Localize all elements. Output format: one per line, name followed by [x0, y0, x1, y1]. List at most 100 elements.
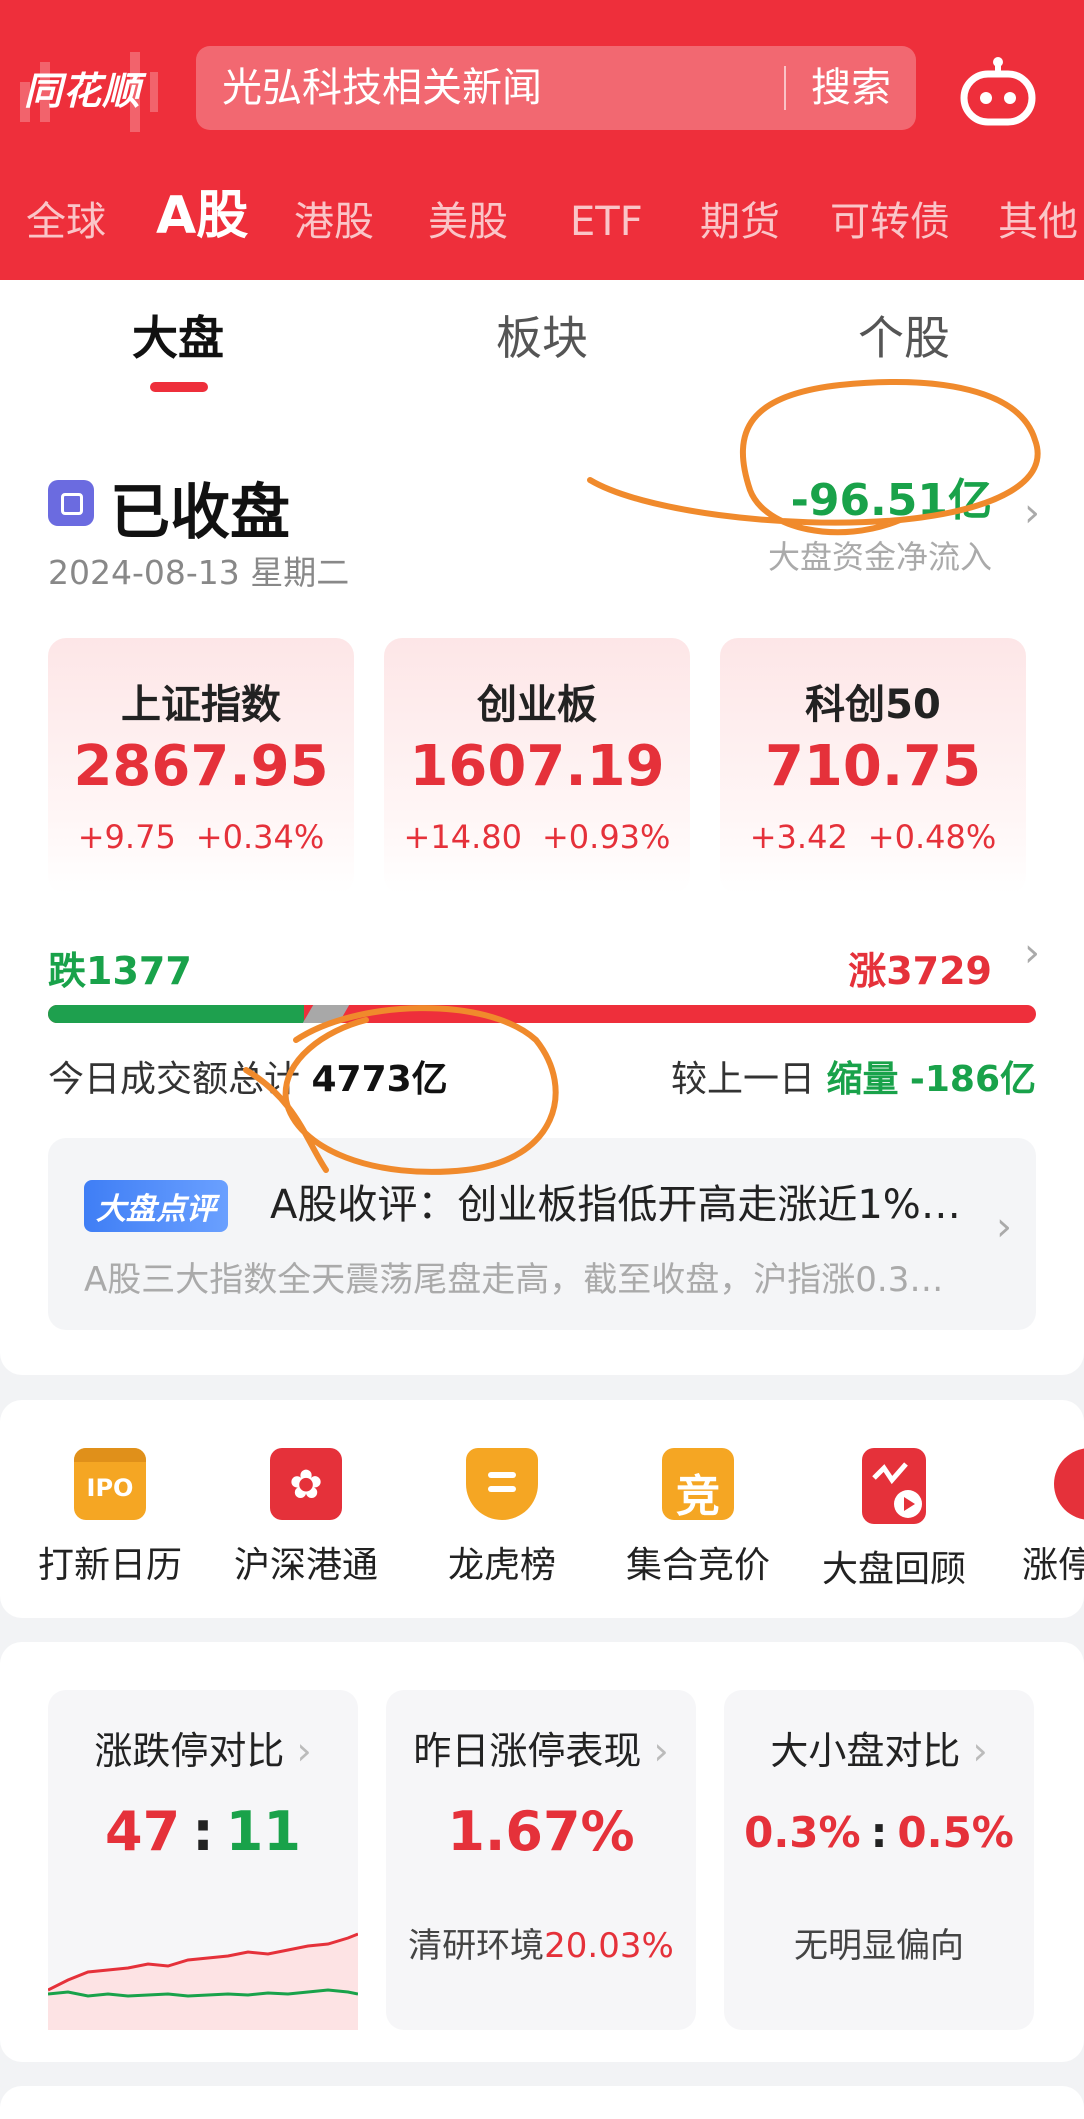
- stat-title-text: 昨日涨停表现: [413, 1729, 642, 1773]
- limit-up-count: 47: [105, 1800, 181, 1863]
- breadth-bar-fall: [48, 1005, 304, 1023]
- index-name: 科创50: [805, 682, 941, 728]
- limit-trend-mini-chart: [48, 1932, 358, 2030]
- compare-label: 较上一日: [670, 1059, 815, 1100]
- index-card-sse[interactable]: 上证指数 2867.95 +9.75 +0.34%: [48, 638, 354, 894]
- stat-yesterday-limit-up[interactable]: 昨日涨停表现 › 1.67% 清研环境20.03%: [386, 1690, 696, 2030]
- app-logo[interactable]: 同花顺: [24, 60, 141, 115]
- tool-label: 龙虎榜: [447, 1545, 556, 1586]
- net-flow-value[interactable]: -96.51亿: [791, 464, 992, 528]
- fall-count[interactable]: 跌1377: [48, 940, 192, 995]
- tab-futures[interactable]: 期货: [700, 192, 780, 252]
- stats-card: 涨跌停对比 › 47:11 昨日涨停表现 › 1.67% 清研环境20.03% …: [0, 1642, 1084, 2062]
- chevron-right-icon: ›: [996, 1204, 1012, 1250]
- assistant-robot-icon[interactable]: [958, 56, 1038, 126]
- auction-icon: 竞: [662, 1448, 734, 1522]
- stat-title-text: 涨跌停对比: [94, 1729, 285, 1773]
- tab-etf[interactable]: ETF: [570, 192, 643, 252]
- market-commentary-card[interactable]: 大盘点评 A股收评：创业板指低开高走涨近1%，光弘科技涨停 A股三大指数全天震荡…: [48, 1138, 1036, 1330]
- stat-value: 1.67%: [447, 1800, 635, 1863]
- subtab-indicator: [150, 382, 208, 392]
- trade-date: 2024-08-13 星期二: [48, 553, 350, 592]
- index-change-abs: +14.80: [403, 818, 522, 856]
- large-cap-value: 0.3%: [744, 1808, 861, 1857]
- market-status-icon: [48, 480, 94, 526]
- tab-global[interactable]: 全球: [26, 192, 106, 252]
- tab-others[interactable]: 其他: [998, 192, 1078, 252]
- tools-card: IPO 打新日历 ✿ 沪深港通 龙虎榜 竞 集合竞价 大盘回顾 涨停: [0, 1400, 1084, 1618]
- tool-call-auction[interactable]: 竞 集合竞价: [600, 1448, 796, 1588]
- sub-tabs: 大盘 板块 个股: [0, 280, 1084, 400]
- market-review-icon: [862, 1448, 926, 1524]
- stat-sub-label: 无明显偏向: [794, 1926, 964, 1966]
- top-header: 同花顺 搜索 全球 A股 港股 美股 ETF 期货 可转债 其他: [0, 0, 1084, 280]
- tool-dragon-tiger[interactable]: 龙虎榜: [404, 1448, 600, 1588]
- chevron-right-icon[interactable]: ›: [1024, 490, 1040, 536]
- index-change-pct: +0.48%: [867, 818, 997, 856]
- stat-sub-value: 20.03%: [544, 1926, 674, 1966]
- index-card-chinext[interactable]: 创业板 1607.19 +14.80 +0.93%: [384, 638, 690, 894]
- chevron-right-icon: ›: [296, 1729, 312, 1773]
- tool-hk-connect[interactable]: ✿ 沪深港通: [208, 1448, 404, 1588]
- turnover: 今日成交额总计 4773亿: [48, 1050, 448, 1102]
- stat-size-compare[interactable]: 大小盘对比 › 0.3%:0.5% 无明显偏向: [724, 1690, 1034, 2030]
- index-name: 创业板: [477, 682, 597, 728]
- stat-sub: 清研环境20.03%: [386, 1918, 696, 1967]
- stat-sep: :: [870, 1808, 888, 1857]
- market-tabs: 全球 A股 港股 美股 ETF 期货 可转债 其他: [0, 186, 1084, 258]
- tab-us-shares[interactable]: 美股: [428, 192, 508, 252]
- subtab-market[interactable]: 大盘: [132, 302, 224, 368]
- search-input[interactable]: [196, 46, 784, 130]
- tool-label: 集合竞价: [625, 1545, 770, 1586]
- stat-limit-compare[interactable]: 涨跌停对比 › 47:11: [48, 1690, 358, 2030]
- stat-sep: :: [192, 1800, 214, 1863]
- tool-limit-up[interactable]: 涨停: [992, 1448, 1084, 1588]
- chevron-right-icon: ›: [653, 1729, 669, 1773]
- tool-label: 沪深港通: [233, 1545, 378, 1586]
- limit-up-icon: [1054, 1448, 1084, 1520]
- tool-market-review[interactable]: 大盘回顾: [796, 1448, 992, 1592]
- index-card-star50[interactable]: 科创50 710.75 +3.42 +0.48%: [720, 638, 1026, 894]
- small-cap-value: 0.5%: [897, 1808, 1014, 1857]
- compare-status: 缩量: [826, 1059, 899, 1100]
- subtab-sectors[interactable]: 板块: [496, 302, 588, 368]
- index-name: 上证指数: [121, 682, 281, 728]
- commentary-summary: A股三大指数全天震荡尾盘走高，截至收盘，沪指涨0.34%: [84, 1260, 944, 1300]
- chevron-right-icon: ›: [972, 1729, 988, 1773]
- tab-a-shares[interactable]: A股: [156, 186, 248, 246]
- breadth-bar-flat: [302, 1005, 349, 1023]
- rise-count[interactable]: 涨3729: [848, 940, 992, 995]
- stat-title: 昨日涨停表现 ›: [386, 1720, 696, 1775]
- index-change: +14.80 +0.93%: [384, 818, 690, 856]
- subtab-stocks[interactable]: 个股: [858, 302, 950, 368]
- net-flow-label[interactable]: 大盘资金净流入: [768, 532, 992, 578]
- market-overview-card: 大盘 板块 个股 已收盘 2024-08-13 星期二 -96.51亿 大盘资金…: [0, 280, 1084, 1375]
- ipo-calendar-icon: IPO: [74, 1448, 146, 1520]
- index-value: 2867.95: [73, 734, 329, 799]
- tool-ipo-calendar[interactable]: IPO 打新日历: [12, 1448, 208, 1588]
- limit-down-count: 11: [225, 1800, 301, 1863]
- turnover-label: 今日成交额总计: [48, 1059, 301, 1100]
- stat-value: 0.3%:0.5%: [724, 1808, 1034, 1857]
- stat-value: 47:11: [48, 1800, 358, 1863]
- next-card-edge: [0, 2086, 1084, 2119]
- index-value: 710.75: [764, 734, 982, 799]
- market-status: 已收盘: [110, 478, 290, 548]
- tab-convertible-bonds[interactable]: 可转债: [830, 192, 950, 252]
- index-change-pct: +0.93%: [541, 818, 671, 856]
- index-change: +3.42 +0.48%: [720, 818, 1026, 856]
- dragon-tiger-icon: [466, 1448, 538, 1520]
- commentary-title: A股收评：创业板指低开高走涨近1%，光弘科技涨停: [270, 1182, 990, 1228]
- index-value: 1607.19: [409, 734, 665, 799]
- chevron-right-icon[interactable]: ›: [1024, 930, 1040, 976]
- search-bar[interactable]: 搜索: [196, 46, 916, 130]
- breadth-bar: [48, 1005, 1036, 1023]
- stat-sub-label: 清研环境: [408, 1926, 545, 1966]
- search-button[interactable]: 搜索: [786, 46, 916, 130]
- commentary-tag: 大盘点评: [84, 1180, 228, 1232]
- tab-hk-shares[interactable]: 港股: [294, 192, 374, 252]
- stat-title-text: 大小盘对比: [770, 1729, 961, 1773]
- index-change-abs: +3.42: [749, 818, 848, 856]
- index-change-abs: +9.75: [77, 818, 176, 856]
- turnover-compare: 较上一日 缩量 -186亿: [671, 1050, 1036, 1102]
